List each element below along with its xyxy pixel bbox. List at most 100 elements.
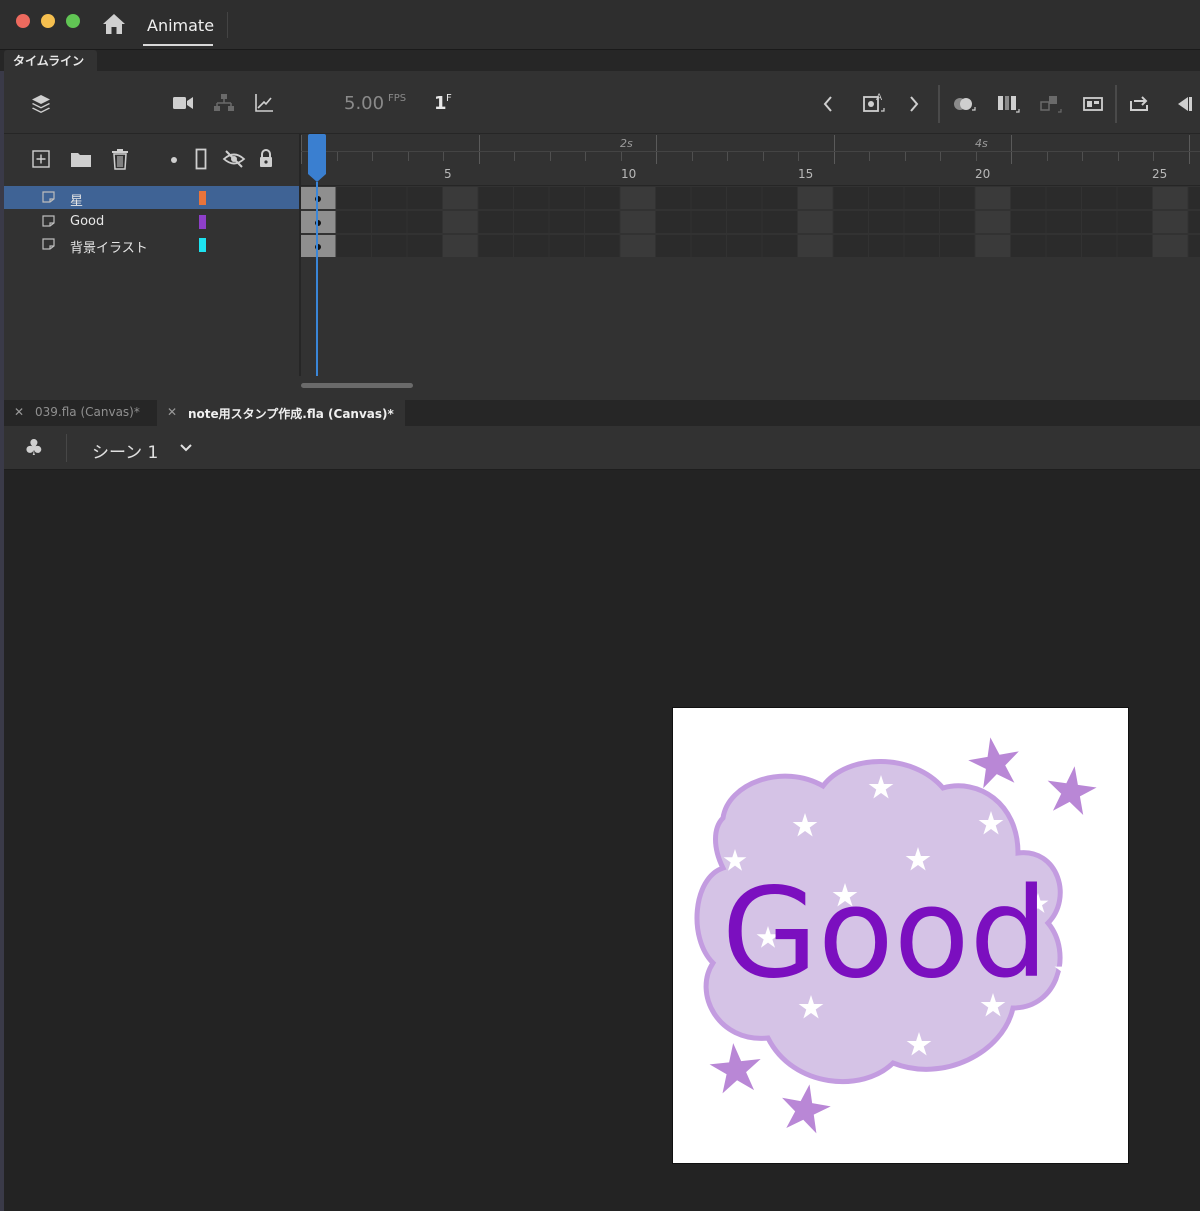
panel-tab-strip: タイムライン — [0, 50, 1200, 71]
layer-color-swatch[interactable] — [199, 215, 206, 229]
hidden-eye-icon[interactable] — [222, 149, 246, 169]
loop-icon[interactable] — [1128, 93, 1152, 113]
outline-layers-icon[interactable] — [195, 148, 207, 170]
highlight-layers-icon[interactable] — [170, 156, 178, 164]
step-back-icon[interactable] — [1174, 95, 1194, 113]
fps-value[interactable]: 5.00 — [344, 93, 384, 114]
close-tab-icon[interactable]: ✕ — [14, 405, 24, 419]
onion-skin-icon[interactable] — [952, 95, 976, 113]
layers-icon[interactable] — [30, 93, 52, 115]
camera-icon[interactable] — [172, 95, 194, 111]
delete-layer-icon[interactable] — [111, 148, 129, 170]
frame-cell — [727, 211, 762, 233]
frame-cell — [620, 235, 655, 257]
frame-grid[interactable] — [301, 186, 1200, 258]
layer-row[interactable]: 星 — [4, 186, 299, 209]
frames-area[interactable]: 2s 4s 5 10 15 20 25 — [301, 134, 1200, 376]
layer-color-swatch[interactable] — [199, 191, 206, 205]
playhead-handle[interactable] — [308, 134, 326, 182]
next-keyframe-icon[interactable] — [908, 95, 920, 113]
frame-cell — [1153, 187, 1188, 209]
zoom-window-button[interactable] — [66, 14, 80, 28]
frame-cell — [336, 235, 371, 257]
frame-cell — [1188, 187, 1200, 209]
layer-color-swatch[interactable] — [199, 238, 206, 252]
current-frame-value[interactable]: 1 — [434, 93, 447, 114]
document-tab[interactable]: ✕ note用スタンプ作成.fla (Canvas)* — [157, 400, 405, 426]
insert-keyframe-icon[interactable]: A — [862, 91, 886, 115]
scene-bar: ♣ シーン 1 — [4, 426, 1200, 470]
chevron-down-icon[interactable] — [179, 441, 193, 455]
frame-cell — [727, 187, 762, 209]
frame-cell — [1082, 187, 1117, 209]
frame-cell — [656, 235, 691, 257]
frame-cell — [656, 187, 691, 209]
tab-timeline-label: タイムライン — [13, 54, 85, 68]
frame-cell — [691, 211, 726, 233]
layer-name[interactable]: 背景イラスト — [70, 237, 148, 256]
minimize-window-button[interactable] — [41, 14, 55, 28]
frame-cell — [940, 235, 975, 257]
frame-cell — [1082, 235, 1117, 257]
frame-cell — [1082, 211, 1117, 233]
edit-multiple-frames-icon[interactable] — [996, 94, 1020, 114]
frame-cell — [407, 211, 442, 233]
layer-row[interactable]: 背景イラスト — [4, 233, 299, 256]
layer-list: 星 Good 背景イラスト — [4, 186, 299, 376]
close-tab-icon[interactable]: ✕ — [167, 405, 177, 419]
layer-name[interactable]: 星 — [70, 190, 83, 209]
app-tab-animate[interactable]: Animate — [143, 0, 214, 46]
ruler-frame-label: 25 — [1152, 167, 1168, 181]
lock-icon[interactable] — [258, 148, 274, 168]
timeline-scrollbar[interactable] — [301, 383, 413, 388]
document-tab[interactable]: ✕ 039.fla (Canvas)* — [4, 400, 156, 426]
frame-cell — [1153, 235, 1188, 257]
frame-cell — [833, 187, 868, 209]
frame-cell — [443, 235, 478, 257]
home-icon[interactable] — [101, 12, 127, 36]
frame-cell — [1011, 235, 1046, 257]
frame-cell — [585, 211, 620, 233]
stage-artboard[interactable]: Good — [672, 707, 1129, 1164]
frame-options-icon[interactable] — [1038, 93, 1062, 115]
club-icon[interactable]: ♣ — [24, 436, 44, 461]
graph-icon[interactable] — [254, 93, 274, 113]
timeline-toolbar: 5.00 FPS 1 F A — [4, 71, 1200, 134]
frame-cell — [620, 211, 655, 233]
frame-cell — [1117, 235, 1152, 257]
toolbar-divider-2 — [1115, 85, 1117, 123]
frame-cell — [691, 235, 726, 257]
frame-cell — [1046, 235, 1081, 257]
layer-name[interactable]: Good — [70, 214, 104, 229]
prev-keyframe-icon[interactable] — [822, 95, 834, 113]
frame-cell — [798, 187, 833, 209]
frame-cell — [798, 235, 833, 257]
fps-unit: FPS — [388, 93, 407, 104]
playhead-line — [316, 182, 318, 376]
frame-ruler[interactable]: 2s 4s 5 10 15 20 25 — [301, 134, 1200, 186]
frame-cell — [940, 187, 975, 209]
ruler-second-label: 2s — [620, 137, 633, 150]
layer-row[interactable]: Good — [4, 210, 299, 233]
ruler-second-label: 4s — [975, 137, 988, 150]
frame-cell — [833, 211, 868, 233]
frame-cell — [443, 211, 478, 233]
frame-cell — [833, 235, 868, 257]
frame-cell — [514, 235, 549, 257]
frame-cell — [478, 235, 513, 257]
frame-cell — [1011, 187, 1046, 209]
frame-cell — [762, 211, 797, 233]
close-window-button[interactable] — [16, 14, 30, 28]
new-folder-icon[interactable] — [70, 150, 92, 168]
ruler-frame-label: 5 — [444, 167, 452, 181]
ruler-ticks — [301, 135, 1200, 164]
layer-parenting-icon[interactable] — [213, 93, 235, 113]
document-tab-label: 039.fla (Canvas)* — [35, 405, 140, 419]
scene-name[interactable]: シーン 1 — [92, 438, 158, 463]
frame-cell — [1046, 187, 1081, 209]
fit-frames-icon[interactable] — [1082, 95, 1104, 113]
frame-cell — [975, 211, 1010, 233]
new-layer-icon[interactable] — [32, 150, 50, 168]
frame-cell — [691, 187, 726, 209]
tab-timeline[interactable]: タイムライン — [4, 50, 97, 71]
